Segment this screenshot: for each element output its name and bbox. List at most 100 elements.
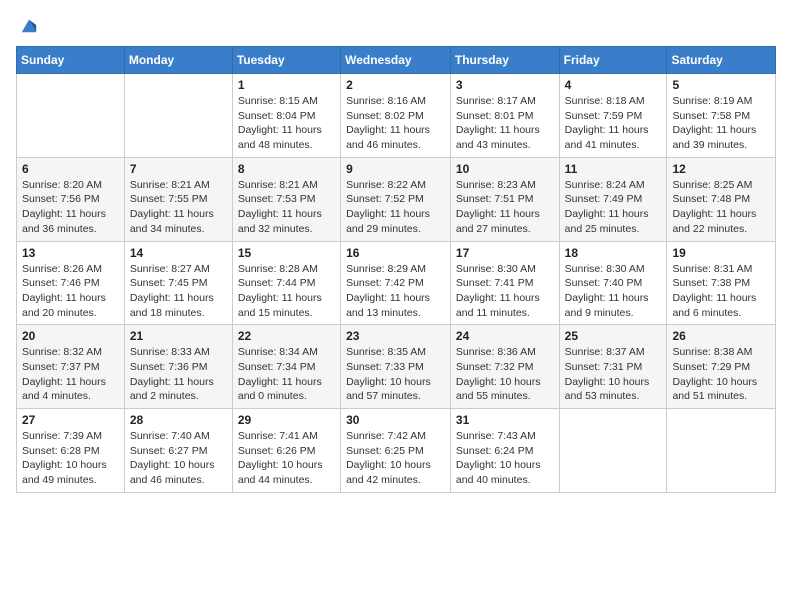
day-header-wednesday: Wednesday xyxy=(341,47,451,74)
cell-content: Sunrise: 8:15 AMSunset: 8:04 PMDaylight:… xyxy=(238,94,335,153)
day-number: 27 xyxy=(22,413,119,427)
day-number: 25 xyxy=(565,329,662,343)
cell-content: Sunrise: 7:41 AMSunset: 6:26 PMDaylight:… xyxy=(238,429,335,488)
cell-content: Sunrise: 8:23 AMSunset: 7:51 PMDaylight:… xyxy=(456,178,554,237)
calendar-cell: 6 Sunrise: 8:20 AMSunset: 7:56 PMDaylight… xyxy=(17,157,125,241)
calendar-cell: 19 Sunrise: 8:31 AMSunset: 7:38 PMDayligh… xyxy=(667,241,776,325)
calendar-cell: 7 Sunrise: 8:21 AMSunset: 7:55 PMDaylight… xyxy=(124,157,232,241)
day-number: 9 xyxy=(346,162,445,176)
calendar-cell: 28 Sunrise: 7:40 AMSunset: 6:27 PMDayligh… xyxy=(124,409,232,493)
day-number: 22 xyxy=(238,329,335,343)
calendar-cell: 27 Sunrise: 7:39 AMSunset: 6:28 PMDayligh… xyxy=(17,409,125,493)
day-number: 19 xyxy=(672,246,770,260)
day-header-monday: Monday xyxy=(124,47,232,74)
calendar-cell: 4 Sunrise: 8:18 AMSunset: 7:59 PMDaylight… xyxy=(559,74,667,158)
day-number: 17 xyxy=(456,246,554,260)
day-header-sunday: Sunday xyxy=(17,47,125,74)
day-number: 3 xyxy=(456,78,554,92)
calendar-cell: 22 Sunrise: 8:34 AMSunset: 7:34 PMDayligh… xyxy=(232,325,340,409)
cell-content: Sunrise: 8:26 AMSunset: 7:46 PMDaylight:… xyxy=(22,262,119,321)
cell-content: Sunrise: 8:20 AMSunset: 7:56 PMDaylight:… xyxy=(22,178,119,237)
calendar-cell: 24 Sunrise: 8:36 AMSunset: 7:32 PMDayligh… xyxy=(450,325,559,409)
calendar-cell: 15 Sunrise: 8:28 AMSunset: 7:44 PMDayligh… xyxy=(232,241,340,325)
calendar-cell xyxy=(17,74,125,158)
calendar-cell: 1 Sunrise: 8:15 AMSunset: 8:04 PMDaylight… xyxy=(232,74,340,158)
cell-content: Sunrise: 8:28 AMSunset: 7:44 PMDaylight:… xyxy=(238,262,335,321)
cell-content: Sunrise: 8:37 AMSunset: 7:31 PMDaylight:… xyxy=(565,345,662,404)
calendar-cell: 10 Sunrise: 8:23 AMSunset: 7:51 PMDayligh… xyxy=(450,157,559,241)
day-header-saturday: Saturday xyxy=(667,47,776,74)
calendar-cell: 3 Sunrise: 8:17 AMSunset: 8:01 PMDaylight… xyxy=(450,74,559,158)
cell-content: Sunrise: 8:24 AMSunset: 7:49 PMDaylight:… xyxy=(565,178,662,237)
day-header-tuesday: Tuesday xyxy=(232,47,340,74)
day-number: 30 xyxy=(346,413,445,427)
day-number: 21 xyxy=(130,329,227,343)
calendar-cell: 16 Sunrise: 8:29 AMSunset: 7:42 PMDayligh… xyxy=(341,241,451,325)
calendar-cell: 29 Sunrise: 7:41 AMSunset: 6:26 PMDayligh… xyxy=(232,409,340,493)
cell-content: Sunrise: 8:19 AMSunset: 7:58 PMDaylight:… xyxy=(672,94,770,153)
calendar-cell: 5 Sunrise: 8:19 AMSunset: 7:58 PMDaylight… xyxy=(667,74,776,158)
cell-content: Sunrise: 8:32 AMSunset: 7:37 PMDaylight:… xyxy=(22,345,119,404)
day-number: 6 xyxy=(22,162,119,176)
cell-content: Sunrise: 8:18 AMSunset: 7:59 PMDaylight:… xyxy=(565,94,662,153)
day-number: 10 xyxy=(456,162,554,176)
cell-content: Sunrise: 8:21 AMSunset: 7:55 PMDaylight:… xyxy=(130,178,227,237)
cell-content: Sunrise: 8:33 AMSunset: 7:36 PMDaylight:… xyxy=(130,345,227,404)
calendar-cell: 8Sunrise: 8:21 AMSunset: 7:53 PMDaylight… xyxy=(232,157,340,241)
cell-content: Sunrise: 8:34 AMSunset: 7:34 PMDaylight:… xyxy=(238,345,335,404)
calendar-cell: 12 Sunrise: 8:25 AMSunset: 7:48 PMDayligh… xyxy=(667,157,776,241)
day-number: 12 xyxy=(672,162,770,176)
calendar-cell: 13 Sunrise: 8:26 AMSunset: 7:46 PMDayligh… xyxy=(17,241,125,325)
calendar-cell: 14Sunrise: 8:27 AMSunset: 7:45 PMDayligh… xyxy=(124,241,232,325)
cell-content: Sunrise: 7:40 AMSunset: 6:27 PMDaylight:… xyxy=(130,429,227,488)
cell-content: Sunrise: 8:17 AMSunset: 8:01 PMDaylight:… xyxy=(456,94,554,153)
cell-content: Sunrise: 8:31 AMSunset: 7:38 PMDaylight:… xyxy=(672,262,770,321)
day-number: 24 xyxy=(456,329,554,343)
calendar-cell: 20 Sunrise: 8:32 AMSunset: 7:37 PMDayligh… xyxy=(17,325,125,409)
day-number: 23 xyxy=(346,329,445,343)
day-number: 26 xyxy=(672,329,770,343)
cell-content: Sunrise: 7:39 AMSunset: 6:28 PMDaylight:… xyxy=(22,429,119,488)
day-number: 20 xyxy=(22,329,119,343)
calendar-cell: 30Sunrise: 7:42 AMSunset: 6:25 PMDayligh… xyxy=(341,409,451,493)
calendar-cell: 31 Sunrise: 7:43 AMSunset: 6:24 PMDayligh… xyxy=(450,409,559,493)
calendar-cell: 26 Sunrise: 8:38 AMSunset: 7:29 PMDayligh… xyxy=(667,325,776,409)
logo-icon xyxy=(20,16,38,34)
calendar-cell: 11 Sunrise: 8:24 AMSunset: 7:49 PMDayligh… xyxy=(559,157,667,241)
calendar-cell: 21 Sunrise: 8:33 AMSunset: 7:36 PMDayligh… xyxy=(124,325,232,409)
cell-content: Sunrise: 8:30 AMSunset: 7:40 PMDaylight:… xyxy=(565,262,662,321)
day-number: 31 xyxy=(456,413,554,427)
cell-content: Sunrise: 8:25 AMSunset: 7:48 PMDaylight:… xyxy=(672,178,770,237)
cell-content: Sunrise: 8:29 AMSunset: 7:42 PMDaylight:… xyxy=(346,262,445,321)
day-number: 15 xyxy=(238,246,335,260)
day-number: 16 xyxy=(346,246,445,260)
day-number: 5 xyxy=(672,78,770,92)
day-number: 1 xyxy=(238,78,335,92)
day-number: 13 xyxy=(22,246,119,260)
cell-content: Sunrise: 8:30 AMSunset: 7:41 PMDaylight:… xyxy=(456,262,554,321)
day-number: 14 xyxy=(130,246,227,260)
cell-content: Sunrise: 7:43 AMSunset: 6:24 PMDaylight:… xyxy=(456,429,554,488)
day-header-friday: Friday xyxy=(559,47,667,74)
cell-content: Sunrise: 8:38 AMSunset: 7:29 PMDaylight:… xyxy=(672,345,770,404)
day-number: 8 xyxy=(238,162,335,176)
day-number: 11 xyxy=(565,162,662,176)
day-number: 4 xyxy=(565,78,662,92)
calendar-cell: 17 Sunrise: 8:30 AMSunset: 7:41 PMDayligh… xyxy=(450,241,559,325)
day-number: 2 xyxy=(346,78,445,92)
cell-content: Sunrise: 8:36 AMSunset: 7:32 PMDaylight:… xyxy=(456,345,554,404)
calendar-header: SundayMondayTuesdayWednesdayThursdayFrid… xyxy=(17,47,776,74)
calendar-cell xyxy=(667,409,776,493)
calendar-cell: 9Sunrise: 8:22 AMSunset: 7:52 PMDaylight… xyxy=(341,157,451,241)
day-number: 29 xyxy=(238,413,335,427)
day-number: 28 xyxy=(130,413,227,427)
logo xyxy=(16,16,38,34)
day-number: 7 xyxy=(130,162,227,176)
calendar-table: SundayMondayTuesdayWednesdayThursdayFrid… xyxy=(16,46,776,493)
cell-content: Sunrise: 8:35 AMSunset: 7:33 PMDaylight:… xyxy=(346,345,445,404)
day-header-thursday: Thursday xyxy=(450,47,559,74)
page-header xyxy=(16,16,776,34)
calendar-cell: 2Sunrise: 8:16 AMSunset: 8:02 PMDaylight… xyxy=(341,74,451,158)
day-number: 18 xyxy=(565,246,662,260)
calendar-cell: 25 Sunrise: 8:37 AMSunset: 7:31 PMDayligh… xyxy=(559,325,667,409)
